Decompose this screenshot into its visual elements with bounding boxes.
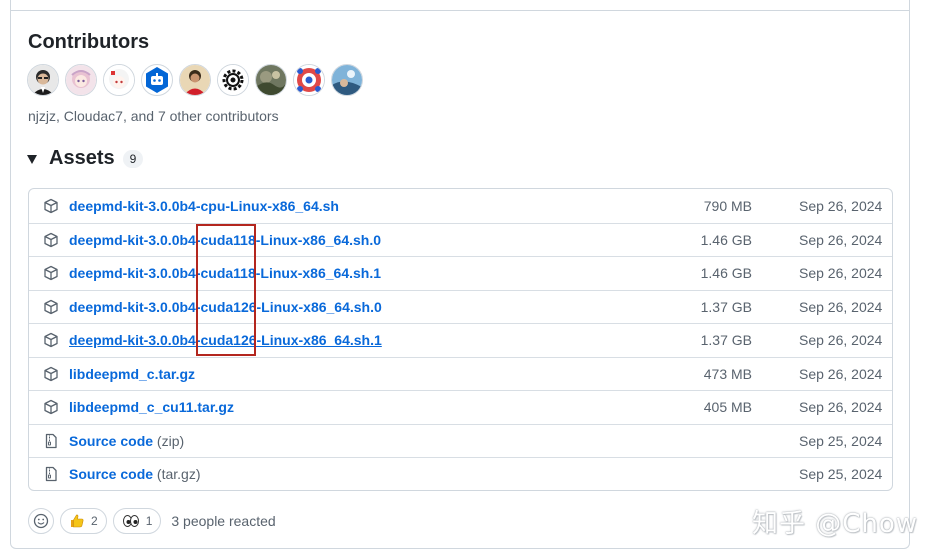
list-item: deepmd-kit-3.0.0b4-cuda126-Linux-x86_64.… bbox=[29, 323, 892, 357]
package-icon bbox=[44, 266, 58, 281]
list-item: libdeepmd_c_cu11.tar.gz 405 MB Sep 26, 2… bbox=[29, 390, 892, 424]
contributors-heading: Contributors bbox=[28, 31, 150, 53]
asset-link[interactable]: Source code (zip) bbox=[69, 433, 184, 449]
package-icon bbox=[44, 400, 58, 415]
asset-size: 1.37 GB bbox=[700, 332, 752, 349]
asset-size: 1.37 GB bbox=[700, 298, 752, 315]
asset-size: 790 MB bbox=[703, 197, 752, 214]
asset-date: Sep 26, 2024 bbox=[799, 399, 883, 416]
list-item: deepmd-kit-3.0.0b4-cuda118-Linux-x86_64.… bbox=[29, 256, 892, 290]
asset-date: Sep 25, 2024 bbox=[799, 432, 883, 449]
avatar-anime-white-icon[interactable] bbox=[103, 64, 135, 96]
file-zip-icon bbox=[45, 467, 57, 482]
asset-link[interactable]: Source code (tar.gz) bbox=[69, 466, 201, 482]
eyes-count: 1 bbox=[145, 514, 153, 528]
annotation-highlight-box bbox=[196, 224, 256, 356]
avatar-person-glasses-icon[interactable] bbox=[27, 64, 59, 96]
asset-size: 405 MB bbox=[703, 399, 752, 416]
list-item: deepmd-kit-3.0.0b4-cuda126-Linux-x86_64.… bbox=[29, 289, 892, 324]
assets-list: deepmd-kit-3.0.0b4-cpu-Linux-x86_64.sh 7… bbox=[28, 188, 893, 491]
triangle-down-icon bbox=[27, 155, 37, 164]
thumbs-up-reaction-button[interactable]: 2 bbox=[60, 508, 107, 534]
package-icon bbox=[44, 366, 58, 381]
asset-date: Sep 26, 2024 bbox=[799, 197, 883, 214]
reactions-bar: 2 1 3 people reacted bbox=[28, 508, 276, 534]
avatar-person-red-icon[interactable] bbox=[179, 64, 211, 96]
package-icon bbox=[44, 333, 58, 348]
divider bbox=[10, 10, 910, 11]
list-item: libdeepmd_c.tar.gz 473 MB Sep 26, 2024 bbox=[29, 356, 892, 391]
assets-toggle[interactable]: Assets 9 bbox=[27, 147, 144, 170]
avatar-gear-icon[interactable] bbox=[217, 64, 249, 96]
thumbs-up-count: 2 bbox=[91, 514, 98, 528]
asset-date: Sep 26, 2024 bbox=[799, 231, 883, 248]
thumbs-up-icon bbox=[71, 514, 84, 528]
contributors-summary[interactable]: njzjz, Cloudac7, and 7 other contributor… bbox=[28, 108, 279, 124]
asset-link[interactable]: deepmd-kit-3.0.0b4-cpu-Linux-x86_64.sh bbox=[69, 198, 339, 214]
asset-size: 1.46 GB bbox=[700, 231, 752, 248]
asset-date: Sep 26, 2024 bbox=[799, 265, 883, 282]
asset-size: 473 MB bbox=[703, 365, 752, 382]
asset-date: Sep 25, 2024 bbox=[799, 466, 883, 483]
list-item: Source code (tar.gz) Sep 25, 2024 bbox=[29, 457, 892, 491]
asset-date: Sep 26, 2024 bbox=[799, 298, 883, 315]
asset-size: 1.46 GB bbox=[700, 265, 752, 282]
package-icon bbox=[44, 198, 58, 213]
avatar-sky-icon[interactable] bbox=[331, 64, 363, 96]
eyes-reaction-button[interactable]: 1 bbox=[112, 508, 162, 534]
package-icon bbox=[44, 299, 58, 314]
avatar-bot-icon[interactable] bbox=[141, 64, 173, 96]
list-item: Source code (zip) Sep 25, 2024 bbox=[29, 423, 892, 458]
contributors-avatars bbox=[27, 64, 363, 96]
list-item: deepmd-kit-3.0.0b4-cuda118-Linux-x86_64.… bbox=[29, 222, 892, 257]
asset-date: Sep 26, 2024 bbox=[799, 365, 883, 382]
list-item: deepmd-kit-3.0.0b4-cpu-Linux-x86_64.sh 7… bbox=[29, 189, 892, 223]
file-zip-icon bbox=[45, 433, 57, 448]
package-icon bbox=[44, 232, 58, 247]
avatar-pattern-icon[interactable] bbox=[293, 64, 325, 96]
smiley-icon bbox=[33, 513, 49, 529]
reactions-summary: 3 people reacted bbox=[171, 513, 276, 529]
asset-date: Sep 26, 2024 bbox=[799, 332, 883, 349]
assets-heading: Assets bbox=[49, 147, 115, 169]
add-reaction-button[interactable] bbox=[28, 508, 54, 534]
watermark: 知乎 @Chow bbox=[752, 509, 919, 539]
assets-count-badge: 9 bbox=[122, 149, 144, 168]
avatar-landscape-icon[interactable] bbox=[255, 64, 287, 96]
asset-link[interactable]: libdeepmd_c_cu11.tar.gz bbox=[69, 399, 234, 415]
asset-link[interactable]: libdeepmd_c.tar.gz bbox=[69, 366, 195, 382]
avatar-anime-pink-icon[interactable] bbox=[65, 64, 97, 96]
eyes-icon bbox=[122, 515, 139, 527]
